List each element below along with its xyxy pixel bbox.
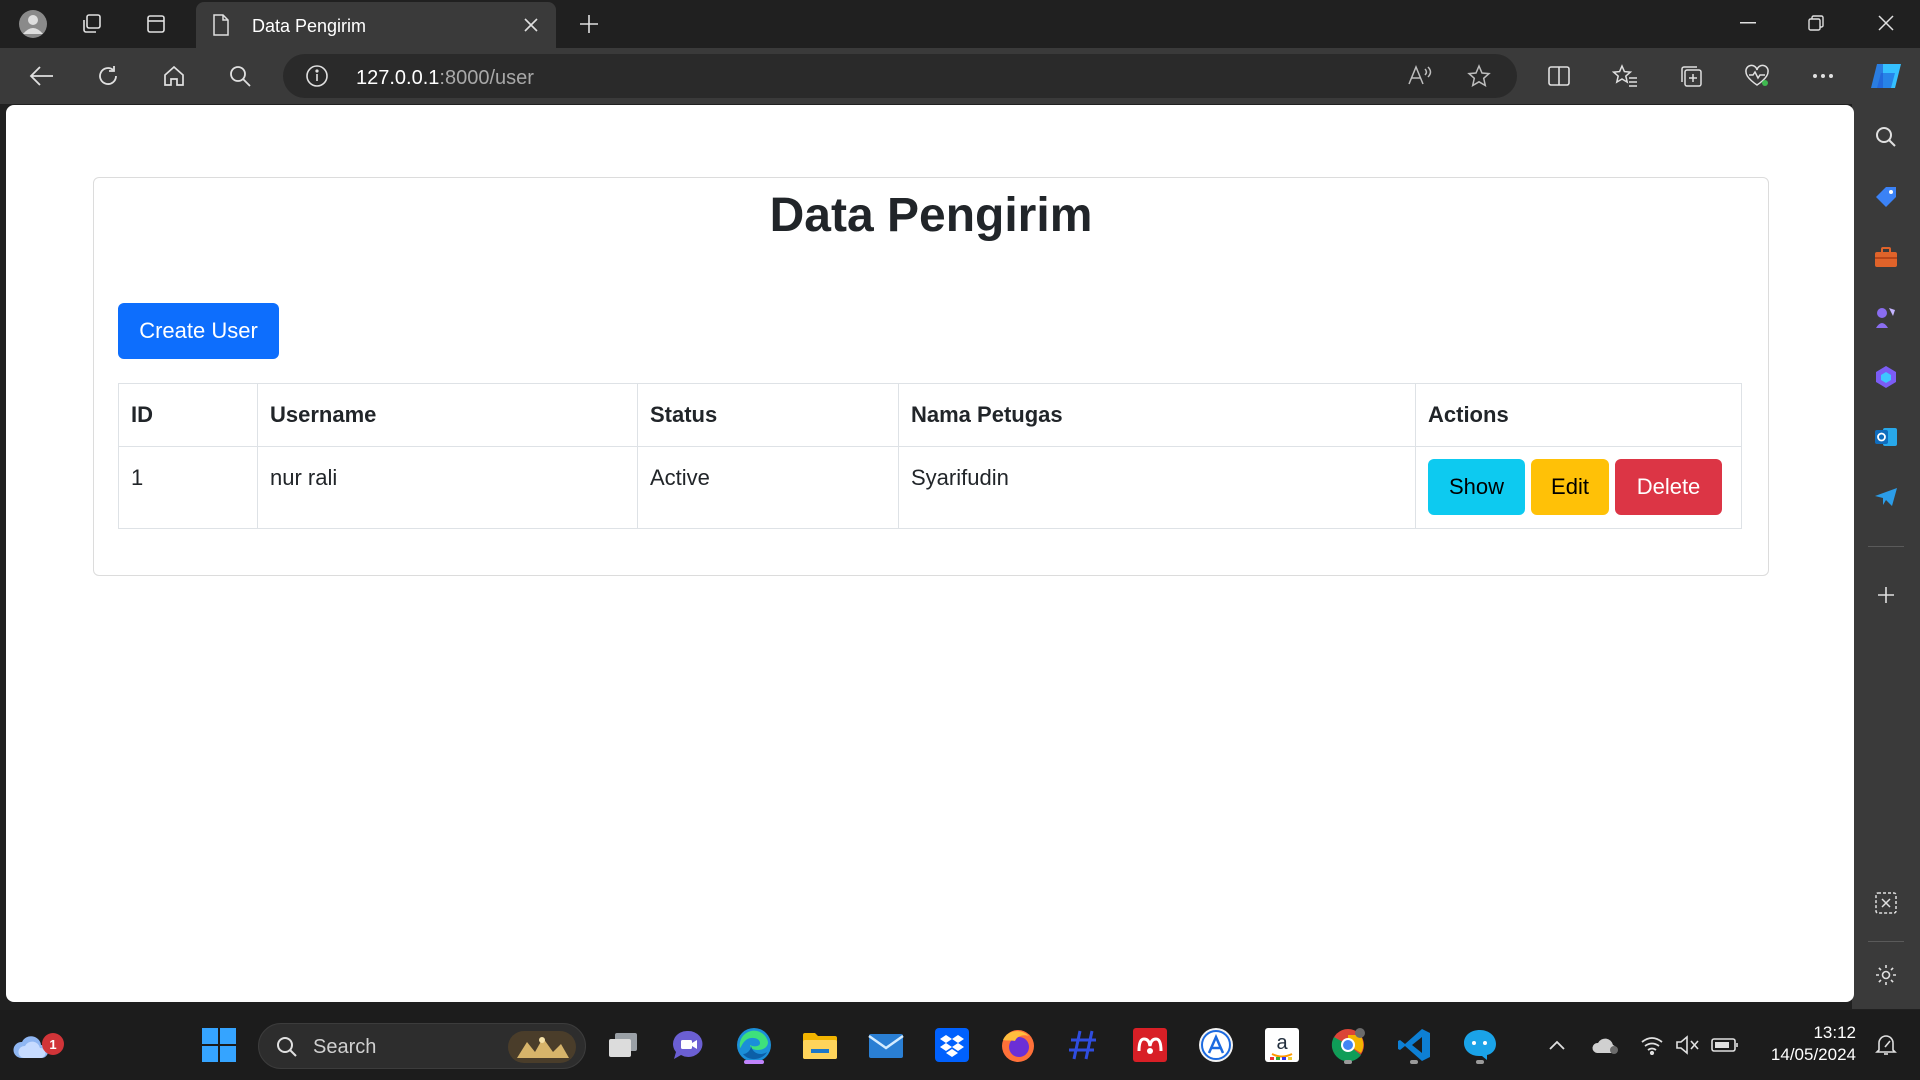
workspaces-icon[interactable] [76,8,108,40]
search-highlight-image [507,1030,577,1064]
refresh-icon[interactable] [90,58,126,94]
edge-sidebar [1852,104,1920,1009]
clock-date: 14/05/2024 [1770,1045,1856,1064]
svg-text:a: a [1276,1032,1288,1054]
content-card: Data Pengirim Create User ID Username St… [93,177,1769,576]
back-icon[interactable] [24,58,60,94]
teams-chat-icon[interactable] [666,1023,710,1067]
page-viewport: Data Pengirim Create User ID Username St… [6,105,1854,1002]
open-app-indicator [1410,1060,1418,1064]
create-user-button[interactable]: Create User [118,303,279,359]
more-menu-icon[interactable] [1805,58,1841,94]
taskbar-search-icon [275,1035,299,1059]
address-bar[interactable]: 127.0.0.1:8000/user [283,54,1517,98]
tab-bar: Data Pengirim [0,0,1920,48]
sidebar-separator [1868,546,1904,547]
new-tab-icon[interactable] [573,8,605,40]
tools-briefcase-icon[interactable] [1869,240,1903,274]
home-icon[interactable] [156,58,192,94]
address-url: 127.0.0.1:8000/user [356,67,534,90]
chrome-icon[interactable] [1326,1023,1370,1067]
users-table: ID Username Status Nama Petugas Actions … [118,383,1742,529]
notifications-icon[interactable] [1864,1023,1908,1067]
mendeley-icon[interactable] [1128,1023,1172,1067]
copilot-icon[interactable] [1868,58,1904,94]
show-hidden-icons-chevron-icon[interactable] [1535,1023,1579,1067]
edge-browser-icon[interactable] [732,1023,776,1067]
amazon-icon[interactable]: a [1260,1023,1304,1067]
tab-data-pengirim[interactable]: Data Pengirim [196,2,556,48]
close-tab-icon[interactable] [518,12,544,38]
firefox-icon[interactable] [996,1023,1040,1067]
weather-notification-badge: 1 [42,1033,64,1055]
read-aloud-icon[interactable] [1407,64,1433,88]
windows-taskbar: 1 Search a 13:12 14/05/2024 [0,1010,1920,1080]
games-icon[interactable] [1869,300,1903,334]
windows-start-icon[interactable] [197,1023,241,1067]
table-row: 1 nur rali Active Syarifudin Show Edit Del… [118,446,1742,529]
task-view-icon[interactable] [601,1023,645,1067]
browser-toolbar: 127.0.0.1:8000/user [0,48,1920,104]
favorites-icon[interactable] [1607,58,1643,94]
collections-icon[interactable] [1673,58,1709,94]
copilot-app-icon[interactable] [1869,360,1903,394]
app-store-icon[interactable] [1194,1023,1238,1067]
system-clock[interactable]: 13:12 14/05/2024 [1771,1022,1856,1066]
tab-actions-icon[interactable] [140,8,172,40]
cell-id: 1 [118,446,258,529]
browser-essentials-icon[interactable] [1739,58,1775,94]
sidebar-settings-icon[interactable] [1869,958,1903,992]
column-header-nama-petugas: Nama Petugas [898,383,1416,447]
sidebar-add-icon[interactable] [1869,578,1903,612]
site-info-icon[interactable] [305,64,329,88]
weather-widget-icon[interactable]: 1 [10,1023,64,1067]
vscode-icon[interactable] [1392,1023,1436,1067]
cell-status: Active [637,446,899,529]
delete-button[interactable]: Delete [1615,459,1722,515]
open-app-indicator [1476,1060,1484,1064]
column-header-id: ID [118,383,258,447]
page-document-icon [212,14,230,36]
split-screen-icon[interactable] [1541,58,1577,94]
blue-app-icon[interactable] [1458,1023,1502,1067]
sidebar-separator-bottom [1868,941,1904,942]
hashtag-app-icon[interactable] [1061,1023,1105,1067]
search-web-icon[interactable] [222,58,258,94]
taskbar-search-box[interactable]: Search [258,1023,586,1069]
outlook-icon[interactable] [1869,420,1903,454]
url-host: 127.0.0.1 [356,67,440,89]
cell-nama-petugas: Syarifudin [898,446,1416,529]
minimize-window-icon[interactable] [1720,0,1776,46]
show-button[interactable]: Show [1428,459,1525,515]
profile-avatar-icon[interactable] [17,8,49,40]
table-header-row: ID Username Status Nama Petugas Actions [118,383,1742,447]
shopping-tag-icon[interactable] [1869,180,1903,214]
dropbox-icon[interactable] [930,1023,974,1067]
page-title: Data Pengirim [769,189,1093,242]
clock-time: 13:12 [1813,1023,1856,1042]
url-path: :8000/user [439,67,534,89]
restore-window-icon[interactable] [1788,0,1844,46]
edit-button[interactable]: Edit [1531,459,1609,515]
close-window-icon[interactable] [1858,0,1914,46]
sidebar-search-icon[interactable] [1869,120,1903,154]
column-header-username: Username [257,383,638,447]
taskbar-search-label: Search [313,1036,377,1058]
open-app-indicator [1344,1060,1352,1064]
tab-title: Data Pengirim [252,16,367,36]
battery-icon[interactable] [1703,1023,1747,1067]
favorite-star-icon[interactable] [1467,64,1491,88]
cell-username: nur rali [257,446,638,529]
column-header-status: Status [637,383,899,447]
send-telegram-icon[interactable] [1869,480,1903,514]
column-header-actions: Actions [1415,383,1742,447]
onedrive-cloud-icon[interactable] [1583,1023,1627,1067]
cell-actions: Show Edit Delete [1415,446,1742,529]
active-app-indicator [744,1060,764,1064]
file-explorer-icon[interactable] [798,1023,842,1067]
screenshot-capture-icon[interactable] [1869,886,1903,920]
mail-icon[interactable] [864,1023,908,1067]
